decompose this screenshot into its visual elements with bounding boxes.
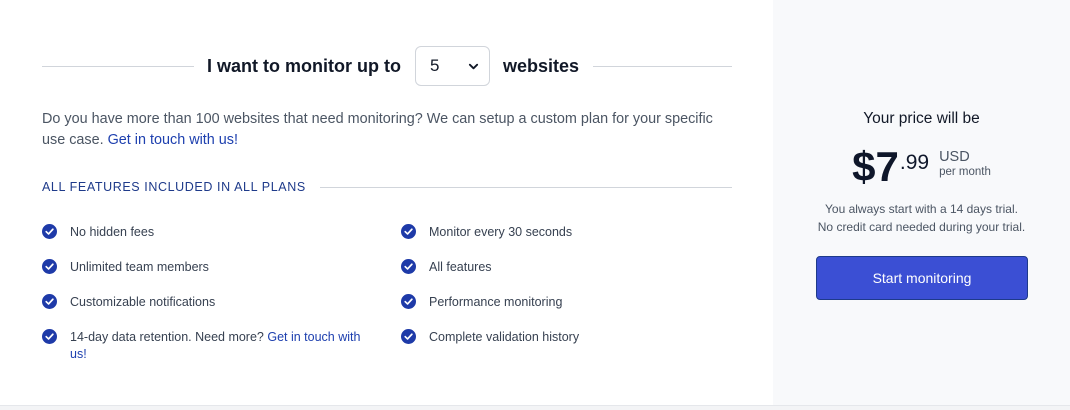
trial-note: You always start with a 14 days trial. N… [773,201,1070,236]
pricing-card: I want to monitor up to 5 websites Do yo… [0,0,1070,406]
feature-item: Customizable notifications [42,294,372,311]
feature-item: 14-day data retention. Need more? Get in… [42,329,372,363]
check-circle-icon [42,329,57,344]
feature-item: Monitor every 30 seconds [401,224,731,241]
check-circle-icon [401,329,416,344]
features-column-1: No hidden fees Unlimited team members Cu… [42,224,372,381]
feature-item: Performance monitoring [401,294,731,311]
monitor-prefix-text: I want to monitor up to [207,55,401,76]
website-count-value: 5 [429,56,440,75]
feature-item: No hidden fees [42,224,372,241]
check-circle-icon [42,259,57,274]
feature-text: Unlimited team members [70,260,209,274]
data-retention-text: 14-day data retention. Need more? [70,330,264,344]
feature-text: Customizable notifications [70,295,216,309]
check-circle-icon [42,294,57,309]
divider [319,186,732,188]
price-unit: USD per month [939,149,991,180]
trial-note-line-1: You always start with a 14 days trial. [825,202,1018,216]
contact-link[interactable]: Get in touch with us! [108,132,238,148]
chevron-down-icon [468,63,479,69]
feature-text: Monitor every 30 seconds [429,225,573,239]
check-circle-icon [401,224,416,239]
plan-configurator: I want to monitor up to 5 websites Do yo… [0,0,773,405]
feature-item: Complete validation history [401,329,731,346]
features-header: ALL FEATURES INCLUDED IN ALL PLANS [42,178,732,196]
price-label: Your price will be [863,110,980,127]
custom-plan-description: Do you have more than 100 websites that … [42,109,732,151]
feature-item: All features [401,259,731,276]
price-dollars: $7 [852,143,899,190]
feature-text: All features [429,260,492,274]
feature-text: Complete validation history [429,330,580,344]
monitor-suffix-text: websites [502,55,580,76]
trial-note-line-2: No credit card needed during your trial. [817,219,1026,234]
divider [593,65,732,67]
feature-text: 14-day data retention. Need more? Get in… [70,329,370,363]
feature-text: No hidden fees [70,225,155,239]
price-period: per month [939,166,991,178]
price-currency: USD [939,149,970,165]
features-column-2: Monitor every 30 seconds All features Pe… [401,224,731,364]
price-cents: .99 [899,151,930,174]
price-display: $7 .99 USD per month [773,142,1070,192]
website-count-select[interactable]: 5 [414,46,490,86]
monitor-count-row: I want to monitor up to 5 websites [42,46,732,86]
features-title: ALL FEATURES INCLUDED IN ALL PLANS [42,180,306,194]
feature-item: Unlimited team members [42,259,372,276]
price-summary: Your price will be $7 .99 USD per month … [773,0,1070,405]
check-circle-icon [401,294,416,309]
check-circle-icon [401,259,416,274]
divider [42,65,194,67]
start-monitoring-button[interactable]: Start monitoring [816,256,1028,300]
feature-text: Performance monitoring [429,295,563,309]
check-circle-icon [42,224,57,239]
